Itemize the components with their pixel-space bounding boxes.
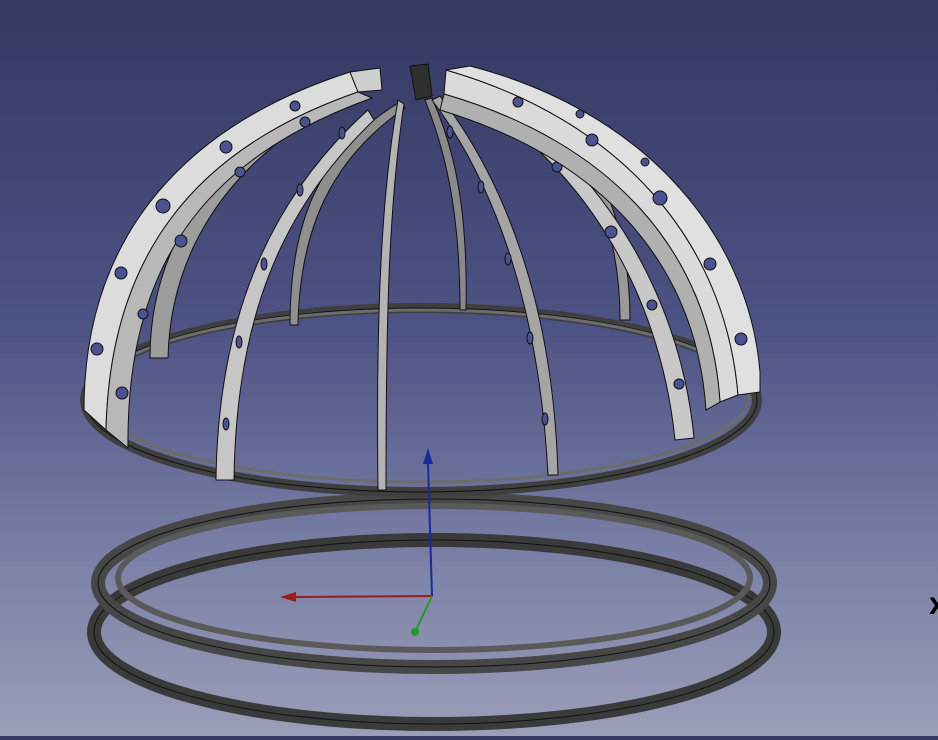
- 3d-viewport[interactable]: X: [0, 0, 938, 736]
- x-axis-arrow-icon: [280, 592, 296, 602]
- y-axis-tip-icon: [411, 628, 419, 636]
- y-axis-line: [415, 595, 433, 631]
- base-ring-lower[interactable]: [87, 533, 781, 731]
- x-axis-line: [293, 595, 433, 598]
- base-ring-upper[interactable]: [91, 492, 777, 674]
- base-ring-assembly[interactable]: [87, 492, 781, 731]
- z-axis-arrow-icon: [423, 448, 433, 464]
- 3d-scene[interactable]: [0, 0, 938, 736]
- axis-cross-x-label: X: [929, 595, 938, 620]
- rib-center[interactable]: [377, 63, 433, 491]
- rib-right-front[interactable]: [439, 65, 761, 411]
